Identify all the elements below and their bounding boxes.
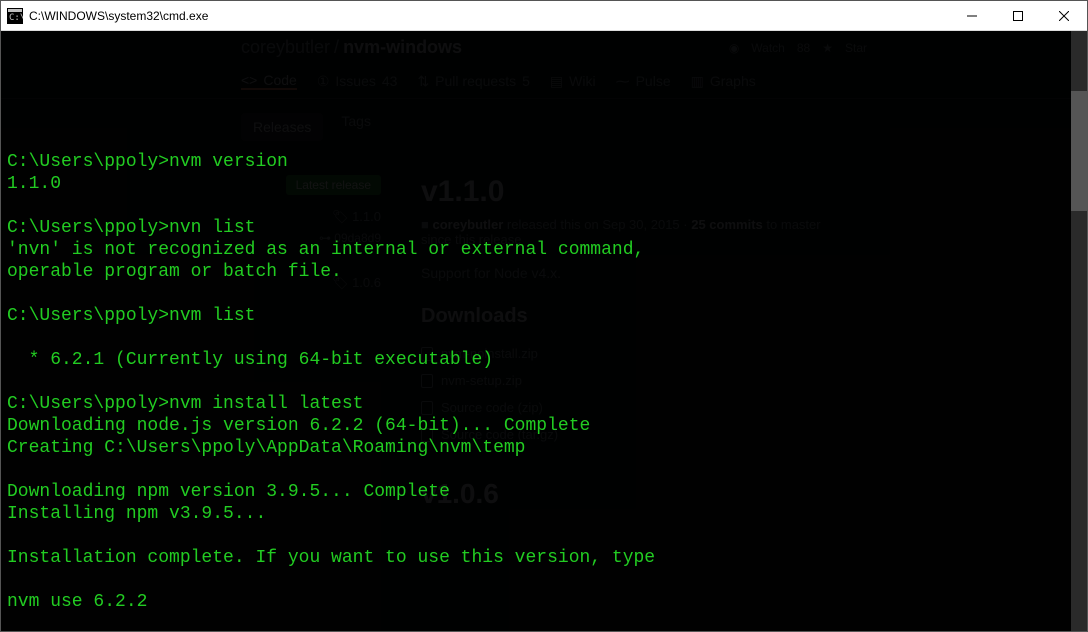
terminal-line <box>7 525 1081 547</box>
window-title: C:\WINDOWS\system32\cmd.exe <box>29 9 208 23</box>
terminal-line: * 6.2.1 (Currently using 64-bit executab… <box>7 349 1081 371</box>
terminal-line: Installing npm v3.9.5... <box>7 503 1081 525</box>
terminal-line: C:\Users\ppoly>nvn list <box>7 217 1081 239</box>
terminal-output[interactable]: C:\Users\ppoly>nvm version1.1.0 C:\Users… <box>1 31 1087 631</box>
minimize-button[interactable] <box>949 1 995 31</box>
cmd-window: C:\ C:\WINDOWS\system32\cmd.exe coreybut… <box>0 0 1088 632</box>
terminal-line: nvm use 6.2.2 <box>7 591 1081 613</box>
terminal-line: 'nvn' is not recognized as an internal o… <box>7 239 1081 261</box>
maximize-button[interactable] <box>995 1 1041 31</box>
terminal-line: 1.1.0 <box>7 173 1081 195</box>
svg-text:C:\: C:\ <box>9 13 23 23</box>
terminal-line <box>7 569 1081 591</box>
close-button[interactable] <box>1041 1 1087 31</box>
vertical-scrollbar[interactable] <box>1071 31 1087 631</box>
cmd-icon: C:\ <box>7 8 23 24</box>
terminal-line: operable program or batch file. <box>7 261 1081 283</box>
terminal-line <box>7 283 1081 305</box>
terminal-line: Downloading node.js version 6.2.2 (64-bi… <box>7 415 1081 437</box>
scrollbar-thumb[interactable] <box>1071 91 1087 211</box>
terminal-line: Downloading npm version 3.9.5... Complet… <box>7 481 1081 503</box>
terminal-line: C:\Users\ppoly>nvm install latest <box>7 393 1081 415</box>
terminal-line <box>7 129 1081 151</box>
terminal-line <box>7 371 1081 393</box>
terminal-line: Creating C:\Users\ppoly\AppData\Roaming\… <box>7 437 1081 459</box>
terminal-line <box>7 459 1081 481</box>
terminal-line: Installation complete. If you want to us… <box>7 547 1081 569</box>
terminal-line: C:\Users\ppoly>nvm version <box>7 151 1081 173</box>
terminal-line <box>7 195 1081 217</box>
terminal-line: C:\Users\ppoly>nvm list <box>7 305 1081 327</box>
terminal-line <box>7 327 1081 349</box>
titlebar[interactable]: C:\ C:\WINDOWS\system32\cmd.exe <box>1 1 1087 31</box>
terminal-line <box>7 613 1081 631</box>
terminal-area: coreybutler / nvm-windows ◉ Watch 88 ★ S… <box>1 31 1087 631</box>
